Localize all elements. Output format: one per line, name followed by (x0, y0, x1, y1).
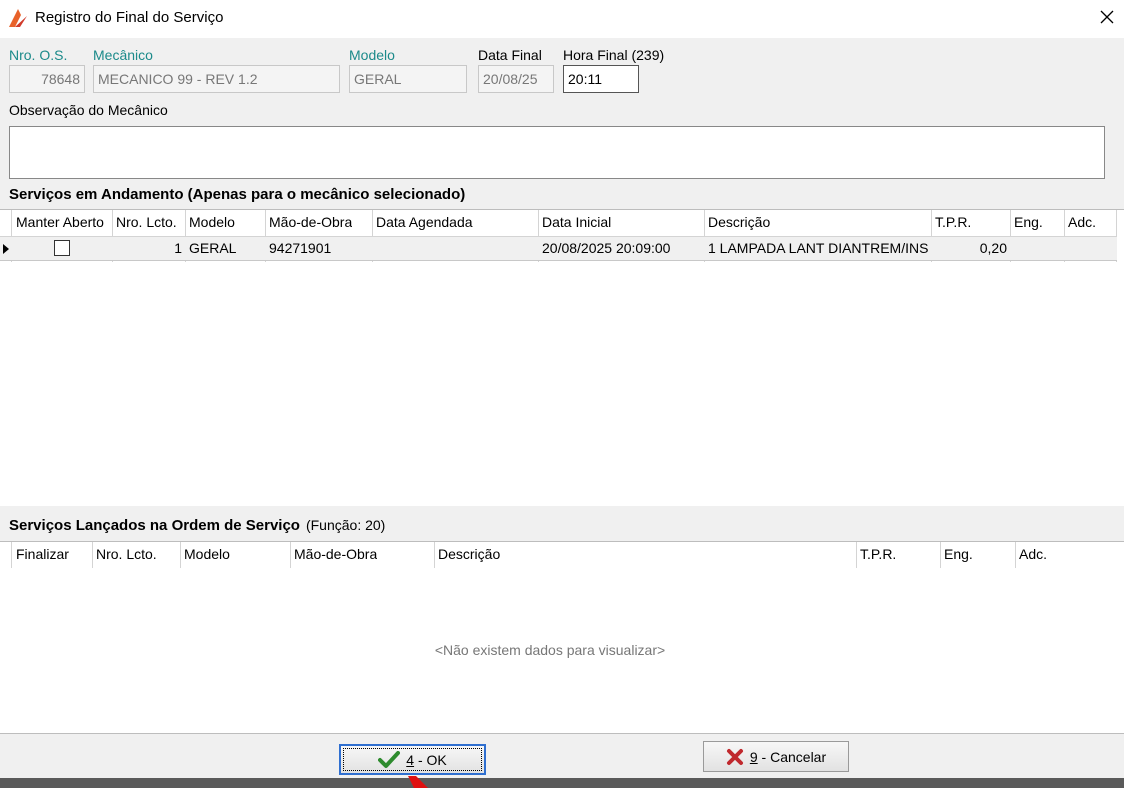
ok-button[interactable]: 4 - OK (339, 744, 486, 775)
cancel-button[interactable]: 9 - Cancelar (703, 741, 849, 772)
empty-state-message: <Não existem dados para visualizar> (434, 642, 666, 658)
grid-divider (434, 542, 435, 568)
cancel-x-icon (726, 748, 743, 765)
modelo-field[interactable]: GERAL (349, 65, 467, 93)
col-eng[interactable]: Eng. (944, 546, 973, 562)
data-final-field[interactable]: 20/08/25 (478, 65, 554, 93)
col-nro-lcto[interactable]: Nro. Lcto. (116, 214, 177, 230)
mecanico-field[interactable]: MECANICO 99 - REV 1.2 (93, 65, 340, 93)
col-adc[interactable]: Adc. (1019, 546, 1047, 562)
col-tpr[interactable]: T.P.R. (860, 546, 896, 562)
col-tpr[interactable]: T.P.R. (935, 214, 971, 230)
col-eng[interactable]: Eng. (1014, 214, 1043, 230)
grid-divider (92, 542, 93, 568)
mouse-pointer-icon (408, 776, 428, 788)
grid-divider (180, 542, 181, 568)
close-button[interactable] (1090, 0, 1124, 34)
close-icon (1100, 10, 1114, 24)
modelo-label: Modelo (349, 47, 395, 63)
grid-divider (290, 542, 291, 568)
hora-final-label: Hora Final (239) (563, 47, 665, 63)
os-field[interactable]: 78648 (9, 65, 85, 93)
grid-divider (11, 542, 12, 568)
col-modelo[interactable]: Modelo (184, 546, 230, 562)
window-bottom-edge (0, 778, 1124, 788)
cell-mao-de-obra: 94271901 (269, 240, 332, 256)
mecanico-label: Mecânico (93, 47, 153, 63)
cell-tpr: 0,20 (979, 240, 1007, 256)
grid-divider (940, 542, 941, 568)
observacao-label: Observação do Mecânico (9, 102, 168, 118)
title-bar: Registro do Final do Serviço (0, 0, 1124, 38)
col-data-agendada[interactable]: Data Agendada (376, 214, 473, 230)
window-title: Registro do Final do Serviço (35, 9, 224, 26)
cancel-button-label: 9 - Cancelar (749, 748, 827, 765)
current-row-indicator-icon (3, 244, 9, 254)
lancados-section-title: Serviços Lançados na Ordem de Serviço (Fu… (0, 512, 1124, 538)
andamento-grid[interactable]: Manter Aberto Nro. Lcto. Modelo Mão-de-O… (0, 209, 1124, 506)
os-label: Nro. O.S. (9, 47, 68, 63)
manter-aberto-checkbox[interactable] (54, 240, 70, 256)
lancados-subtitle: (Função: 20) (305, 517, 386, 533)
lancados-title: Serviços Lançados na Ordem de Serviço (9, 517, 300, 534)
col-descricao[interactable]: Descrição (708, 214, 770, 230)
col-mao-de-obra[interactable]: Mão-de-Obra (294, 546, 377, 562)
col-data-inicial[interactable]: Data Inicial (542, 214, 611, 230)
col-descricao[interactable]: Descrição (438, 546, 500, 562)
cell-modelo: GERAL (189, 240, 237, 256)
button-bar: 4 - OK 9 - Cancelar (0, 733, 1124, 778)
hora-final-field[interactable]: 20:11 (563, 65, 639, 93)
col-finalizar[interactable]: Finalizar (16, 546, 69, 562)
ok-button-label: 4 - OK (406, 751, 447, 768)
lancados-grid[interactable]: Finalizar Nro. Lcto. Modelo Mão-de-Obra … (0, 541, 1124, 733)
cell-nro-lcto: 1 (174, 240, 182, 256)
table-row[interactable]: 1 GERAL 94271901 20/08/2025 20:09:00 1 L… (0, 237, 1117, 261)
cell-descricao: 1 LAMPADA LANT DIANTREM/INST (708, 240, 928, 256)
col-nro-lcto[interactable]: Nro. Lcto. (96, 546, 157, 562)
col-modelo[interactable]: Modelo (189, 214, 235, 230)
checkmark-icon (378, 750, 401, 768)
data-final-label: Data Final (478, 47, 542, 63)
grid-divider (1015, 542, 1016, 568)
form-header: Nro. O.S. 78648 Mecânico MECANICO 99 - R… (0, 38, 1124, 188)
cell-data-inicial: 20/08/2025 20:09:00 (542, 240, 671, 256)
col-manter-aberto[interactable]: Manter Aberto (16, 214, 104, 230)
app-logo-icon (9, 9, 27, 27)
col-mao-de-obra[interactable]: Mão-de-Obra (269, 214, 352, 230)
observacao-textarea[interactable] (9, 126, 1105, 179)
grid-divider (856, 542, 857, 568)
andamento-section-title: Serviços em Andamento (Apenas para o mec… (0, 182, 1124, 208)
col-adc[interactable]: Adc. (1068, 214, 1096, 230)
andamento-title: Serviços em Andamento (Apenas para o mec… (9, 186, 466, 203)
